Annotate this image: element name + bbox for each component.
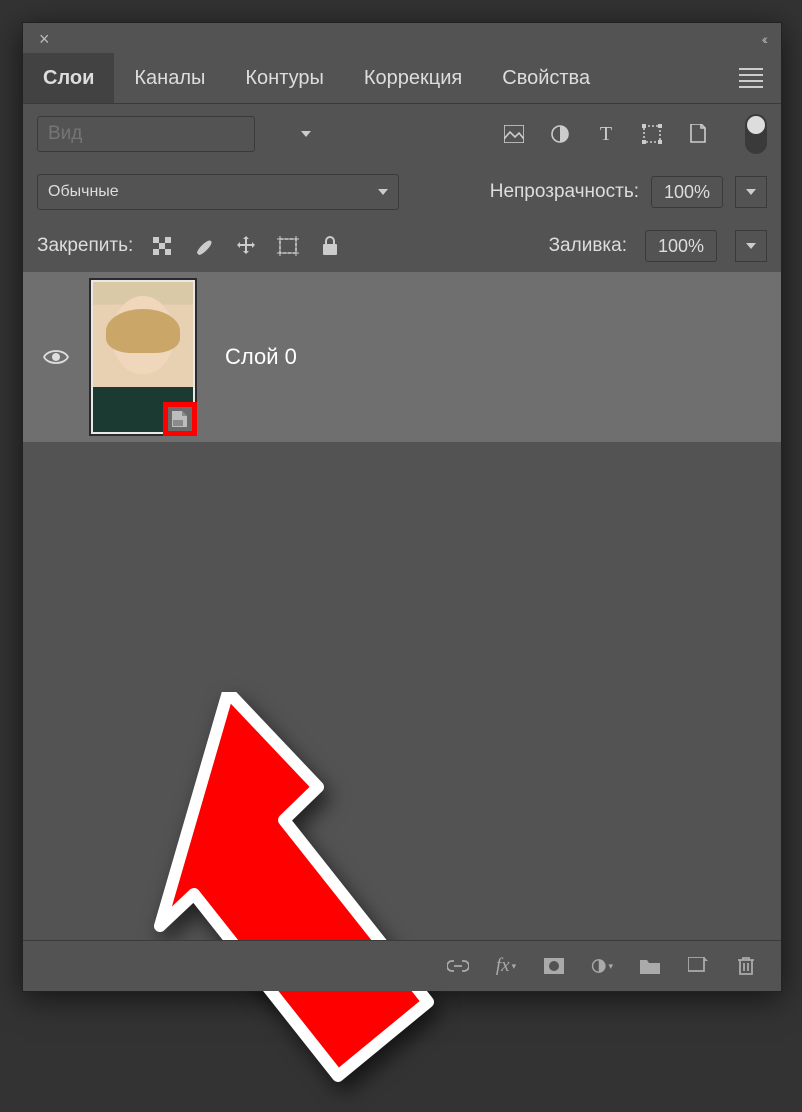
- smartobject-filter-icon[interactable]: [687, 123, 709, 145]
- chevron-down-icon: [378, 189, 388, 195]
- type-filter-icon[interactable]: T: [595, 123, 617, 145]
- opacity-chevron[interactable]: [735, 176, 767, 208]
- layer-row[interactable]: Слой 0: [23, 272, 781, 442]
- adjustment-icon[interactable]: ▾: [591, 955, 613, 977]
- link-icon[interactable]: [447, 955, 469, 977]
- group-icon[interactable]: [639, 955, 661, 977]
- lock-transparency-icon[interactable]: [151, 235, 173, 257]
- close-icon[interactable]: ×: [39, 29, 50, 50]
- visibility-icon[interactable]: [43, 348, 69, 366]
- opacity-value[interactable]: 100%: [651, 176, 723, 208]
- image-filter-icon[interactable]: [503, 123, 525, 145]
- tab-properties[interactable]: Свойства: [482, 53, 610, 103]
- adjustment-filter-icon[interactable]: [549, 123, 571, 145]
- collapse-icon[interactable]: ‹‹: [762, 31, 765, 47]
- smart-object-badge: [163, 402, 197, 436]
- panel-header: × ‹‹: [23, 23, 781, 53]
- lock-all-icon[interactable]: [319, 235, 341, 257]
- trash-icon[interactable]: [735, 955, 757, 977]
- layers-panel: × ‹‹ Слои Каналы Контуры Коррекция Свойс…: [22, 22, 782, 992]
- lock-row: Закрепить: Заливка: 100%: [23, 220, 781, 272]
- new-layer-icon[interactable]: [687, 955, 709, 977]
- shape-filter-icon[interactable]: [641, 123, 663, 145]
- filter-row: T: [23, 104, 781, 164]
- chevron-down-icon: [746, 189, 756, 195]
- fill-chevron[interactable]: [735, 230, 767, 262]
- layer-search[interactable]: [37, 116, 255, 152]
- fill-value[interactable]: 100%: [645, 230, 717, 262]
- tab-paths[interactable]: Контуры: [225, 53, 343, 103]
- panel-footer: fx▾ ▾: [23, 940, 781, 991]
- opacity-label: Непрозрачность:: [490, 181, 639, 203]
- panel-menu-icon[interactable]: [739, 64, 763, 92]
- blend-mode-select[interactable]: Обычные: [37, 174, 399, 210]
- fx-icon[interactable]: fx▾: [495, 955, 517, 977]
- tab-layers[interactable]: Слои: [23, 53, 114, 103]
- tab-channels[interactable]: Каналы: [114, 53, 225, 103]
- lock-paint-icon[interactable]: [193, 235, 215, 257]
- lock-artboard-icon[interactable]: [277, 235, 299, 257]
- tab-bar: Слои Каналы Контуры Коррекция Свойства: [23, 53, 781, 104]
- filter-toggle[interactable]: [745, 114, 767, 154]
- fill-label: Заливка:: [549, 235, 627, 257]
- chevron-down-icon: [301, 131, 311, 137]
- mask-icon[interactable]: [543, 955, 565, 977]
- layer-name[interactable]: Слой 0: [225, 344, 297, 370]
- layers-list: Слой 0: [23, 272, 781, 902]
- lock-label: Закрепить:: [37, 235, 133, 257]
- lock-position-icon[interactable]: [235, 235, 257, 257]
- annotation-arrow: [138, 692, 438, 1112]
- layer-thumbnail[interactable]: [91, 280, 195, 434]
- search-input[interactable]: [46, 122, 295, 146]
- chevron-down-icon: [746, 243, 756, 249]
- blend-mode-value: Обычные: [48, 183, 119, 201]
- tab-adjustments[interactable]: Коррекция: [344, 53, 482, 103]
- blend-row: Обычные Непрозрачность: 100%: [23, 164, 781, 220]
- filter-icons: T: [503, 123, 709, 145]
- lock-icons: [151, 235, 341, 257]
